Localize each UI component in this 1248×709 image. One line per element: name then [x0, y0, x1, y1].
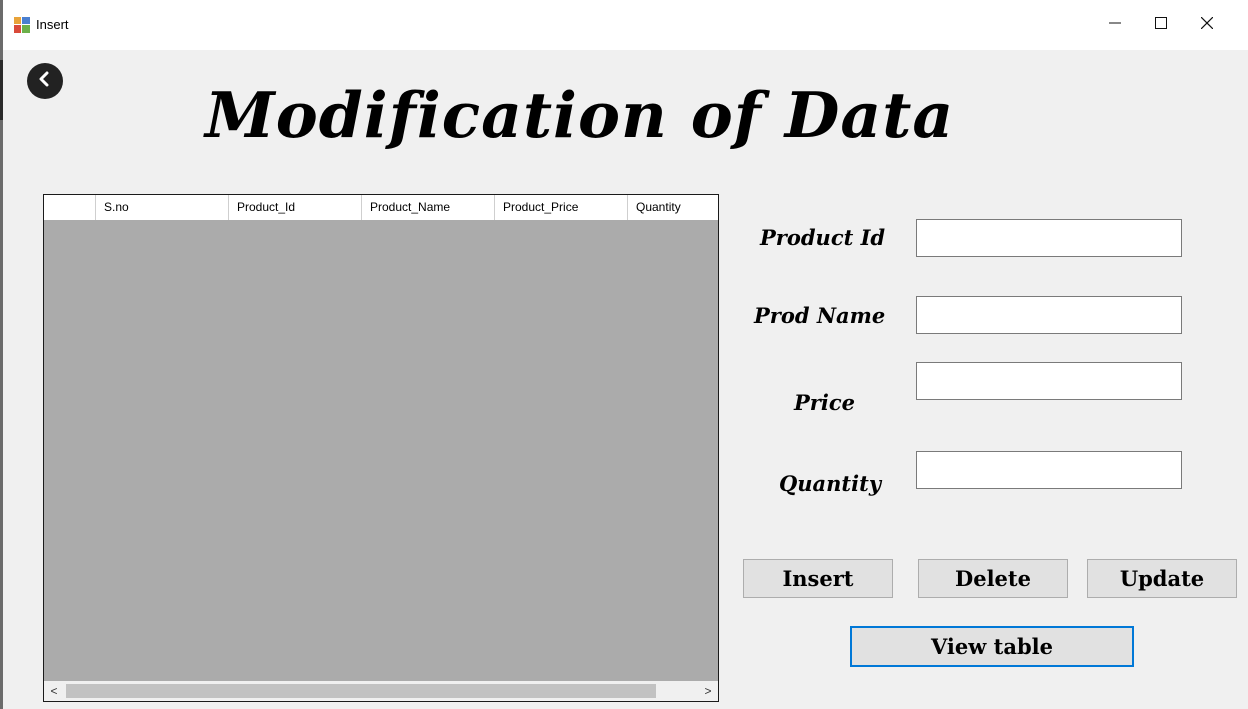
close-icon — [1200, 16, 1214, 34]
column-header-product-price[interactable]: Product_Price — [495, 195, 628, 220]
minimize-icon — [1109, 16, 1121, 34]
price-input[interactable] — [916, 362, 1182, 400]
view-table-button[interactable]: View table — [850, 626, 1134, 667]
close-button[interactable] — [1184, 0, 1230, 50]
price-label: Price — [794, 390, 855, 415]
maximize-icon — [1155, 16, 1167, 34]
column-header-quantity[interactable]: Quantity — [628, 195, 718, 220]
scroll-right-arrow[interactable]: > — [698, 681, 718, 701]
maximize-button[interactable] — [1138, 0, 1184, 50]
quantity-label: Quantity — [779, 471, 882, 496]
update-button[interactable]: Update — [1087, 559, 1237, 598]
column-header-product-name[interactable]: Product_Name — [362, 195, 495, 220]
edge-mark — [0, 60, 3, 120]
grid-header: S.no Product_Id Product_Name Product_Pri… — [44, 195, 718, 220]
title-bar: Insert — [3, 0, 1248, 50]
scroll-left-arrow[interactable]: < — [44, 681, 64, 701]
minimize-button[interactable] — [1092, 0, 1138, 50]
column-header-product-id[interactable]: Product_Id — [229, 195, 362, 220]
column-header-sno[interactable]: S.no — [96, 195, 229, 220]
delete-button[interactable]: Delete — [918, 559, 1068, 598]
scroll-thumb[interactable] — [66, 684, 656, 698]
product-id-input[interactable] — [916, 219, 1182, 257]
prod-name-input[interactable] — [916, 296, 1182, 334]
page-title: Modification of Data — [205, 78, 955, 152]
app-icon — [14, 17, 30, 33]
window-left-edge — [0, 0, 3, 709]
window-title: Insert — [36, 17, 69, 32]
product-id-label: Product Id — [760, 225, 886, 250]
prod-name-label: Prod Name — [754, 303, 886, 328]
row-header-cell[interactable] — [44, 195, 96, 220]
back-button[interactable] — [27, 63, 63, 99]
data-grid[interactable]: S.no Product_Id Product_Name Product_Pri… — [43, 194, 719, 702]
insert-button[interactable]: Insert — [743, 559, 893, 598]
quantity-input[interactable] — [916, 451, 1182, 489]
back-arrow-icon — [37, 71, 53, 92]
horizontal-scrollbar[interactable]: < > — [44, 681, 718, 701]
